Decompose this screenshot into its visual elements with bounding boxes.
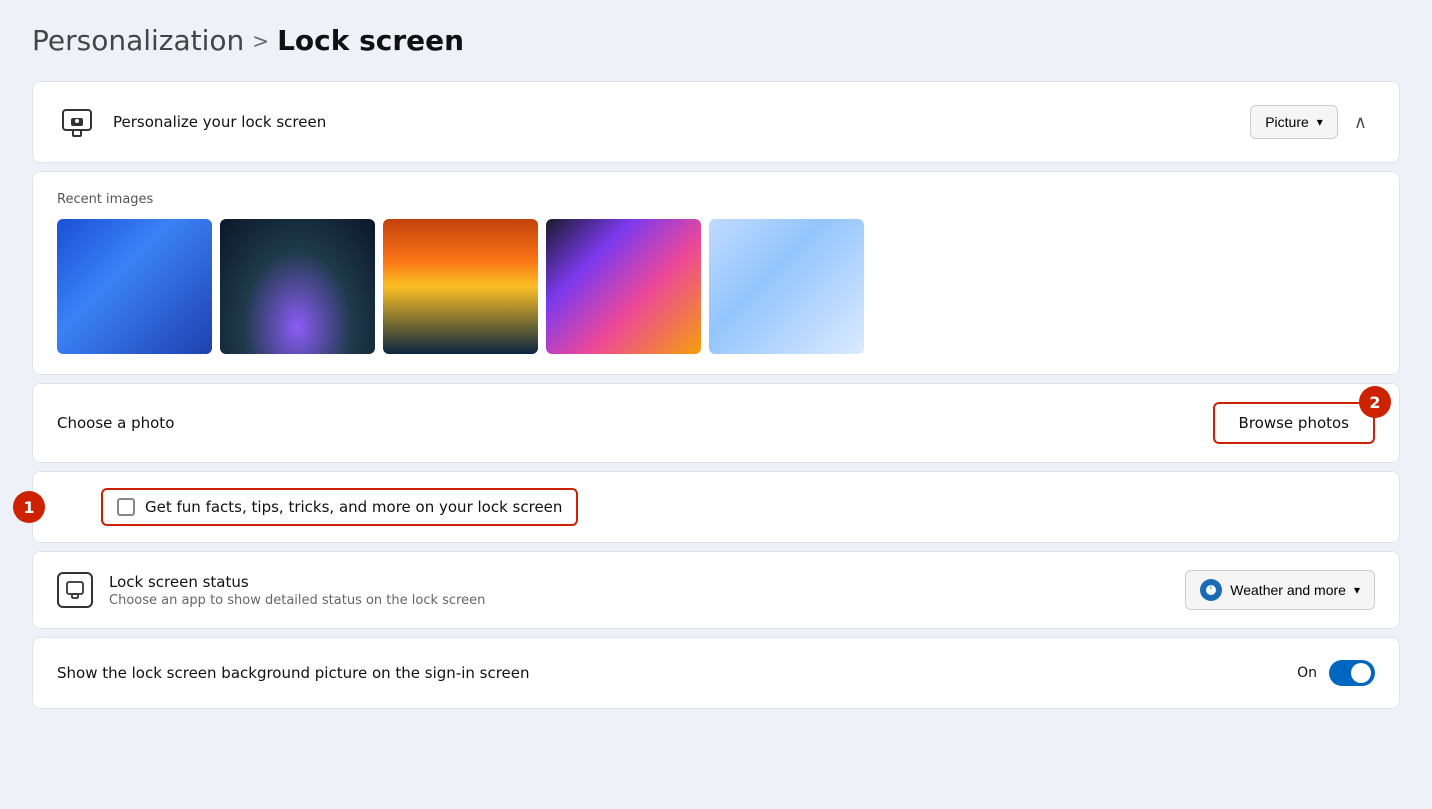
recent-images-label: Recent images [57, 192, 1375, 207]
breadcrumb: Personalization > Lock screen [32, 24, 1400, 57]
fun-facts-card: 1 Get fun facts, tips, tricks, and more … [32, 471, 1400, 543]
chevron-down-icon: ▾ [1354, 583, 1360, 597]
lock-screen-status-card: Lock screen status Choose an app to show… [32, 551, 1400, 629]
lock-screen-icon [57, 102, 97, 142]
lock-status-icon [57, 572, 93, 608]
browse-photos-button[interactable]: Browse photos 2 [1213, 402, 1375, 444]
sign-in-toggle[interactable] [1329, 660, 1375, 686]
fun-facts-checkbox[interactable] [117, 498, 135, 516]
annotation-badge-1: 1 [13, 491, 45, 523]
images-row [57, 219, 1375, 354]
toggle-on-label: On [1297, 665, 1317, 681]
collapse-button[interactable]: ∧ [1346, 108, 1375, 137]
breadcrumb-parent[interactable]: Personalization [32, 24, 244, 57]
page-title: Lock screen [277, 24, 464, 57]
lock-screen-status-title: Lock screen status [109, 573, 485, 591]
annotation-badge-2: 2 [1359, 386, 1391, 418]
sign-in-screen-label: Show the lock screen background picture … [57, 664, 530, 682]
sign-in-screen-card: Show the lock screen background picture … [32, 637, 1400, 709]
choose-photo-label: Choose a photo [57, 414, 174, 432]
recent-images-card: Recent images [32, 171, 1400, 375]
personalize-title: Personalize your lock screen [113, 113, 326, 131]
toggle-knob [1351, 663, 1371, 683]
fun-facts-label: Get fun facts, tips, tricks, and more on… [145, 498, 562, 516]
weather-dropdown[interactable]: Weather and more ▾ [1185, 570, 1375, 610]
thumbnail-1[interactable] [57, 219, 212, 354]
personalize-card: Personalize your lock screen Picture ▾ ∧ [32, 81, 1400, 163]
thumbnail-4[interactable] [546, 219, 701, 354]
choose-photo-card: Choose a photo Browse photos 2 [32, 383, 1400, 463]
thumbnail-2[interactable] [220, 219, 375, 354]
lock-screen-status-subtitle: Choose an app to show detailed status on… [109, 593, 485, 608]
chevron-down-icon: ▾ [1317, 115, 1323, 129]
fun-facts-checkbox-row[interactable]: Get fun facts, tips, tricks, and more on… [101, 488, 578, 526]
breadcrumb-separator: > [252, 29, 269, 53]
picture-dropdown[interactable]: Picture ▾ [1250, 105, 1338, 139]
weather-icon [1200, 579, 1222, 601]
thumbnail-3[interactable] [383, 219, 538, 354]
thumbnail-5[interactable] [709, 219, 864, 354]
